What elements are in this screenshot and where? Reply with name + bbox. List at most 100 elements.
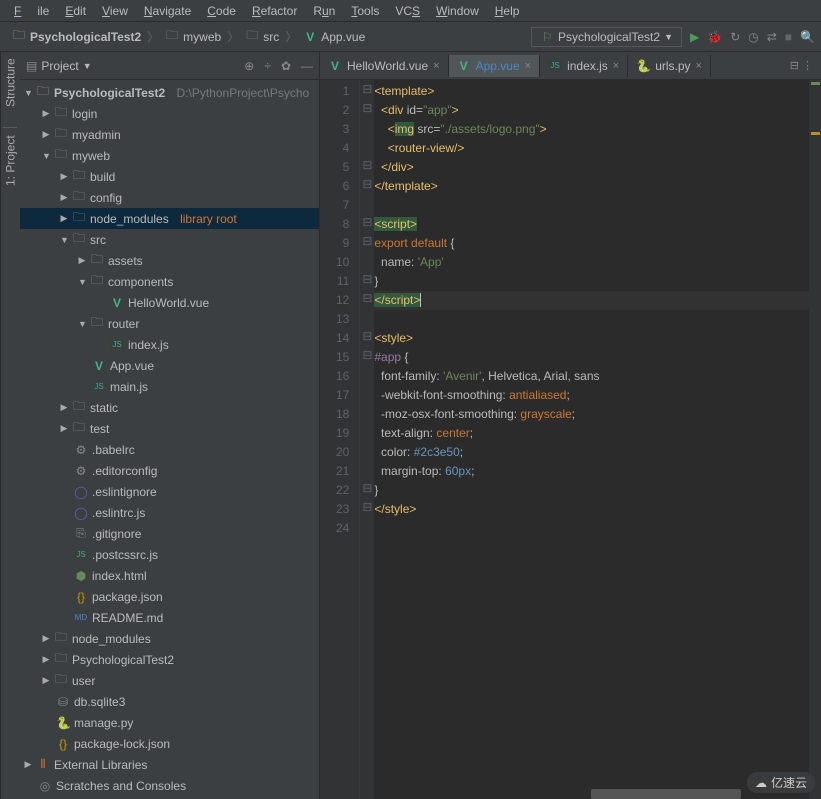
menu-navigate[interactable]: Navigate [136,2,199,19]
expand-icon[interactable]: ▼ [78,319,86,329]
expand-icon[interactable]: ▶ [60,192,68,203]
code-content[interactable]: <template> <div id="app"> <img src="./as… [374,80,809,799]
tree-folder[interactable]: ▶🗀node_modules [20,628,319,649]
structure-tool-button[interactable]: Structure [4,58,18,107]
expand-icon[interactable]: ▼ [78,277,86,287]
db-icon: ⛁ [56,695,70,709]
tree-folder[interactable]: ▶🗀myadmin [20,124,319,145]
tree-file[interactable]: {}package-lock.json [20,733,319,754]
hide-icon[interactable]: — [301,59,313,73]
menu-refactor[interactable]: Refactor [244,2,305,19]
tree-folder[interactable]: ▶🗀PsychologicalTest2 [20,649,319,670]
menu-help[interactable]: Help [487,2,528,19]
tree-folder[interactable]: ▶🗀test [20,418,319,439]
tree-file[interactable]: JSindex.js [20,334,319,355]
expand-icon[interactable]: ▶ [42,675,50,686]
tree-folder[interactable]: ▶🗀static [20,397,319,418]
expand-icon[interactable]: ▶ [24,759,32,770]
tree-file[interactable]: ⚙.babelrc [20,439,319,460]
tree-folder[interactable]: ▼🗀myweb [20,145,319,166]
tree-file[interactable]: 🐍manage.py [20,712,319,733]
menu-run[interactable]: Run [305,2,343,19]
tree-folder[interactable]: ▶🗀login [20,103,319,124]
close-icon[interactable]: × [525,60,531,72]
expand-icon[interactable]: ▼ [42,151,50,161]
tree-folder[interactable]: ▼🗀components [20,271,319,292]
gear-icon[interactable]: ✿ [281,59,291,73]
tab-urls[interactable]: 🐍urls.py× [628,55,711,77]
search-icon[interactable]: 🔍 [800,30,815,44]
expand-icon[interactable]: ▶ [42,129,50,140]
menu-file[interactable]: File [6,2,57,19]
coverage-icon[interactable]: ↻ [730,30,740,44]
close-icon[interactable]: × [696,60,702,72]
crumb-src[interactable]: 🗀src [239,24,285,49]
tree-folder[interactable]: ▶🗀assets [20,250,319,271]
attach-icon[interactable]: ⇄ [767,30,777,44]
tree-file[interactable]: ⚙.editorconfig [20,460,319,481]
stop-icon[interactable]: ■ [785,30,792,44]
menu-window[interactable]: Window [428,2,487,19]
tree-file[interactable]: ◯.eslintignore [20,481,319,502]
collapse-icon[interactable]: ÷ [264,59,271,73]
crumb-file[interactable]: VApp.vue [297,28,371,46]
tree-folder[interactable]: ▶🗀user [20,670,319,691]
expand-icon[interactable]: ▶ [60,402,68,413]
expand-icon[interactable]: ▶ [78,255,86,266]
error-stripe[interactable] [809,80,821,799]
tree-root[interactable]: ▼🗀PsychologicalTest2 D:\PythonProject\Ps… [20,82,319,103]
tree-file[interactable]: ⎘.gitignore [20,523,319,544]
tree-folder[interactable]: ▶🗀build [20,166,319,187]
expand-icon[interactable]: ▶ [60,213,68,224]
debug-icon[interactable]: 🐞 [707,30,722,44]
expand-icon[interactable]: ▶ [60,171,68,182]
tree-file[interactable]: ⛁db.sqlite3 [20,691,319,712]
tree-file[interactable]: ⬢index.html [20,565,319,586]
menu-code[interactable]: Code [199,2,244,19]
close-icon[interactable]: × [613,60,619,72]
json-icon: {} [56,737,70,751]
tree-scratches[interactable]: ◎Scratches and Consoles [20,775,319,796]
tree-folder[interactable]: ▼🗀router [20,313,319,334]
expand-icon[interactable]: ▶ [42,654,50,665]
expand-icon[interactable]: ▶ [42,633,50,644]
tree-folder-selected[interactable]: ▶🗀node_modules library root [20,208,319,229]
tree-file[interactable]: MDREADME.md [20,607,319,628]
run-icon[interactable]: ▶ [690,30,699,44]
locate-icon[interactable]: ⊕ [244,59,254,73]
menu-view[interactable]: View [94,2,136,19]
tab-actions[interactable]: ⊟ ⋮ [782,59,821,72]
horizontal-scrollbar[interactable] [591,789,741,799]
expand-icon[interactable]: ▶ [60,423,68,434]
tree-label: test [90,422,109,436]
project-tool-button[interactable]: 1: Project [4,127,18,187]
tree-folder[interactable]: ▶🗀config [20,187,319,208]
close-icon[interactable]: × [433,60,439,72]
tree-folder[interactable]: ▼🗀src [20,229,319,250]
profile-icon[interactable]: ◷ [748,30,758,44]
tab-app[interactable]: VApp.vue× [449,55,540,77]
tree-file[interactable]: ◯.eslintrc.js [20,502,319,523]
tree-external-libs[interactable]: ▶⫴External Libraries [20,754,319,775]
tree-file[interactable]: JS.postcssrc.js [20,544,319,565]
tree-file[interactable]: JSmain.js [20,376,319,397]
menu-edit[interactable]: Edit [57,2,94,19]
menu-tools[interactable]: Tools [343,2,387,19]
tab-helloworld[interactable]: VHelloWorld.vue× [320,55,449,77]
tree-file[interactable]: VHelloWorld.vue [20,292,319,313]
expand-icon[interactable]: ▼ [24,88,32,98]
tree-file[interactable]: VApp.vue [20,355,319,376]
expand-icon[interactable]: ▶ [42,108,50,119]
crumb-myweb[interactable]: 🗀myweb [159,24,227,49]
json-icon: {} [74,590,88,604]
tree-label: login [72,107,97,121]
fold-gutter[interactable]: ⊟⊟⊟⊟⊟⊟⊟⊟⊟⊟⊟⊟ [360,80,374,799]
run-config-selector[interactable]: ⚐ PsychologicalTest2 ▼ [531,27,682,47]
tree-file[interactable]: {}package.json [20,586,319,607]
expand-icon[interactable]: ▼ [60,235,68,245]
crumb-root[interactable]: 🗀PsychologicalTest2 [6,24,147,49]
tab-index[interactable]: JSindex.js× [540,55,628,77]
code-editor[interactable]: 123456789101112131415161718192021222324 … [320,80,821,799]
menu-vcs[interactable]: VCS [387,2,428,19]
project-title[interactable]: ▤ Project ▼ [26,59,244,73]
